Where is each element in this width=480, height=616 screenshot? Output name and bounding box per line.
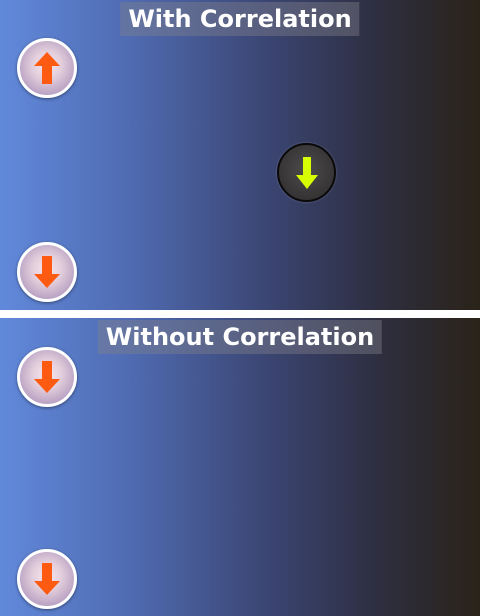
arrow-up-icon	[34, 52, 60, 84]
without-correlation-panel: Without Correlation	[0, 318, 480, 616]
panel-title-with-correlation: With Correlation	[120, 2, 360, 36]
down-button[interactable]	[17, 242, 77, 302]
arrow-down-icon	[34, 563, 60, 595]
arrow-down-icon	[295, 156, 318, 189]
with-correlation-panel: With Correlation	[0, 0, 480, 310]
down-button[interactable]	[17, 549, 77, 609]
arrow-down-icon	[34, 256, 60, 288]
up-button[interactable]	[17, 38, 77, 98]
down-button[interactable]	[17, 347, 77, 407]
panel-title-without-correlation: Without Correlation	[97, 320, 383, 354]
down-button-dark[interactable]	[277, 143, 336, 202]
arrow-down-icon	[34, 361, 60, 393]
